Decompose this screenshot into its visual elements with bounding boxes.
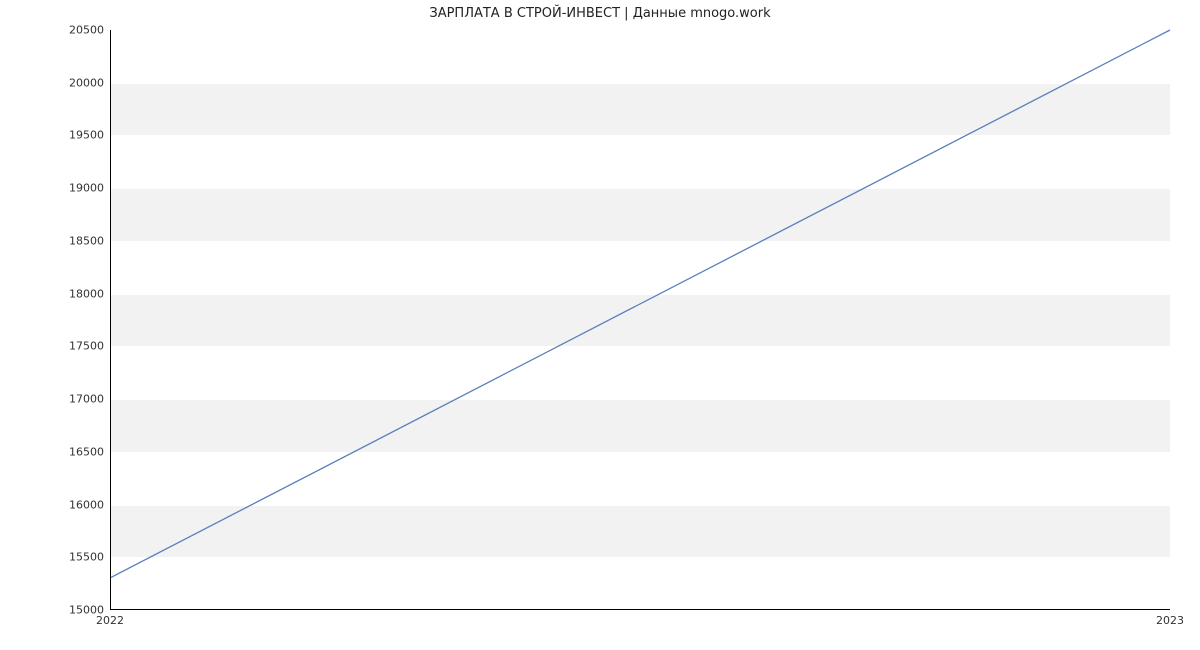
x-tick-label: 2022 [96, 614, 124, 627]
y-tick-label: 17500 [44, 340, 104, 353]
series-line-salary [111, 30, 1170, 577]
gridline-y [111, 610, 1170, 611]
y-tick-label: 15500 [44, 551, 104, 564]
y-tick-label: 19500 [44, 129, 104, 142]
y-tick-label: 20500 [44, 24, 104, 37]
x-tick-label: 2023 [1156, 614, 1184, 627]
y-tick-label: 16500 [44, 445, 104, 458]
y-tick-label: 16000 [44, 498, 104, 511]
y-tick-label: 20000 [44, 76, 104, 89]
chart-title: ЗАРПЛАТА В СТРОЙ-ИНВЕСТ | Данные mnogo.w… [0, 6, 1200, 21]
plot-area [110, 30, 1170, 610]
y-tick-label: 15000 [44, 604, 104, 617]
line-layer [111, 30, 1170, 609]
y-tick-label: 18000 [44, 287, 104, 300]
chart-container: ЗАРПЛАТА В СТРОЙ-ИНВЕСТ | Данные mnogo.w… [0, 0, 1200, 650]
y-tick-label: 17000 [44, 393, 104, 406]
y-tick-label: 18500 [44, 234, 104, 247]
y-tick-label: 19000 [44, 182, 104, 195]
